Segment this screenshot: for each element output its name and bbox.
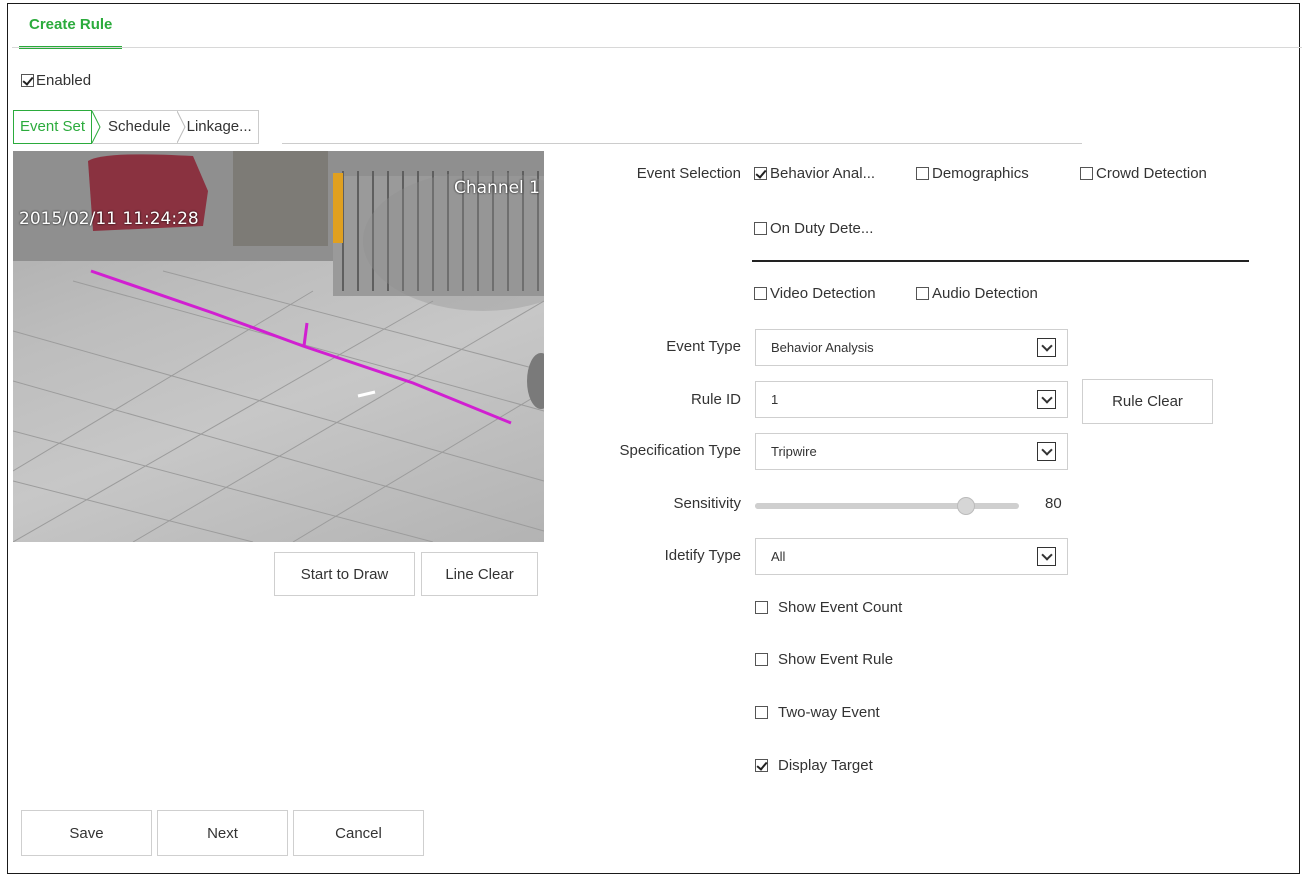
checkbox-icon[interactable] xyxy=(916,287,929,300)
rule-id-label: Rule ID xyxy=(690,391,741,408)
identify-type-value: All xyxy=(771,549,786,564)
step-event-set[interactable]: Event Set xyxy=(13,110,93,144)
on-duty-detection-label: On Duty Dete... xyxy=(770,220,874,237)
enabled-label: Enabled xyxy=(36,72,92,89)
step-separator-icon xyxy=(176,111,187,143)
rule-id-value: 1 xyxy=(771,392,779,407)
identify-type-label: Idetify Type xyxy=(664,547,741,564)
video-detection-label: Video Detection xyxy=(770,285,876,302)
crowd-detection-label: Crowd Detection xyxy=(1096,165,1207,182)
event-type-select[interactable]: Behavior Analysis xyxy=(755,329,1068,366)
start-to-draw-button[interactable]: Start to Draw xyxy=(274,552,415,596)
cancel-button[interactable]: Cancel xyxy=(293,810,424,856)
show-event-rule-checkbox[interactable]: Show Event Rule xyxy=(755,651,893,668)
demographics-checkbox[interactable]: Demographics xyxy=(916,165,1029,182)
sensitivity-value: 80 xyxy=(1045,495,1062,512)
enabled-check-box[interactable] xyxy=(21,74,34,87)
crowd-detection-checkbox[interactable]: Crowd Detection xyxy=(1080,165,1207,182)
checkbox-icon[interactable] xyxy=(755,653,768,666)
sensitivity-label: Sensitivity xyxy=(673,495,741,512)
event-selection-divider xyxy=(752,260,1249,262)
audio-detection-checkbox[interactable]: Audio Detection xyxy=(916,285,1038,302)
specification-type-value: Tripwire xyxy=(771,444,817,459)
display-target-label: Display Target xyxy=(778,757,873,774)
display-target-checkbox[interactable]: Display Target xyxy=(755,757,873,774)
checkbox-icon[interactable] xyxy=(754,167,767,180)
save-button[interactable]: Save xyxy=(21,810,152,856)
show-event-rule-label: Show Event Rule xyxy=(778,651,894,668)
step-linkage[interactable]: Linkage... xyxy=(187,111,258,143)
event-type-value: Behavior Analysis xyxy=(771,340,874,355)
specification-type-label: Specification Type xyxy=(619,442,741,459)
identify-type-select[interactable]: All xyxy=(755,538,1068,575)
event-selection-label: Event Selection xyxy=(636,165,741,182)
video-detection-checkbox[interactable]: Video Detection xyxy=(754,285,876,302)
behavior-analysis-checkbox[interactable]: Behavior Anal... xyxy=(754,165,875,182)
video-timestamp: 2015/02/11 11:24:28 xyxy=(19,209,199,229)
chevron-down-icon[interactable] xyxy=(1037,338,1056,357)
checkbox-icon[interactable] xyxy=(754,287,767,300)
chevron-down-icon[interactable] xyxy=(1037,547,1056,566)
steps-divider xyxy=(282,143,1082,144)
rule-id-select[interactable]: 1 xyxy=(755,381,1068,418)
demographics-label: Demographics xyxy=(932,165,1029,182)
behavior-analysis-label: Behavior Anal... xyxy=(770,165,876,182)
checkbox-icon[interactable] xyxy=(755,706,768,719)
checkbox-icon[interactable] xyxy=(755,759,768,772)
specification-type-select[interactable]: Tripwire xyxy=(755,433,1068,470)
line-clear-button[interactable]: Line Clear xyxy=(421,552,538,596)
two-way-event-checkbox[interactable]: Two-way Event xyxy=(755,704,880,721)
enabled-checkbox[interactable]: Enabled xyxy=(21,72,91,89)
checkbox-icon[interactable] xyxy=(754,222,767,235)
sensitivity-fill xyxy=(755,503,967,509)
audio-detection-label: Audio Detection xyxy=(932,285,1038,302)
next-button[interactable]: Next xyxy=(157,810,288,856)
video-preview[interactable]: 2015/02/11 11:24:28 Channel 1 xyxy=(13,151,544,542)
checkbox-icon[interactable] xyxy=(916,167,929,180)
sensitivity-slider[interactable] xyxy=(755,497,1019,515)
chevron-down-icon[interactable] xyxy=(1037,390,1056,409)
header-divider xyxy=(12,47,1302,48)
step-schedule[interactable]: Schedule xyxy=(102,111,177,143)
chevron-down-icon[interactable] xyxy=(1037,442,1056,461)
video-channel-label: Channel 1 xyxy=(453,178,540,198)
checkbox-icon[interactable] xyxy=(755,601,768,614)
show-event-count-checkbox[interactable]: Show Event Count xyxy=(755,599,902,616)
step-separator-icon xyxy=(92,111,102,143)
rule-clear-button[interactable]: Rule Clear xyxy=(1082,379,1213,424)
two-way-event-label: Two-way Event xyxy=(778,704,880,721)
tab-create-rule[interactable]: Create Rule xyxy=(19,12,123,49)
show-event-count-label: Show Event Count xyxy=(778,599,903,616)
event-type-label: Event Type xyxy=(666,338,741,355)
on-duty-detection-checkbox[interactable]: On Duty Dete... xyxy=(754,220,873,237)
wizard-steps: Event Set Schedule Linkage... xyxy=(13,110,259,144)
checkbox-icon[interactable] xyxy=(1080,167,1093,180)
